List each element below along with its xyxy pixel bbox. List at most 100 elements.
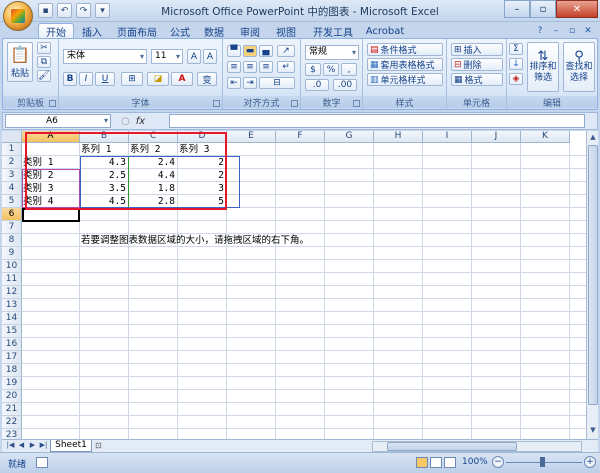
macro-record-icon[interactable] bbox=[36, 457, 48, 468]
horizontal-scrollbar[interactable] bbox=[372, 441, 582, 452]
page-layout-view-icon[interactable] bbox=[430, 457, 442, 468]
insert-cells-button[interactable]: ⊞ 插入 bbox=[451, 43, 503, 56]
find-select-button[interactable]: ⚲ 查找和 选择 bbox=[563, 42, 595, 92]
italic-button[interactable]: I bbox=[79, 72, 93, 86]
decrease-indent-icon[interactable]: ⇤ bbox=[227, 77, 241, 89]
row-header-1[interactable]: 1 bbox=[2, 143, 22, 156]
tab-developer[interactable]: 开发工具 bbox=[308, 23, 358, 39]
zoom-slider-knob[interactable] bbox=[540, 457, 545, 467]
font-launcher-icon[interactable] bbox=[213, 100, 220, 107]
column-header-i[interactable]: I bbox=[423, 131, 472, 143]
insert-function-icon[interactable]: fx bbox=[136, 116, 145, 127]
restore-window-icon[interactable]: ▫ bbox=[566, 25, 578, 37]
accounting-format-icon[interactable]: $ bbox=[305, 63, 321, 76]
office-button[interactable] bbox=[3, 1, 33, 31]
row-header-6[interactable]: 6 bbox=[2, 208, 22, 221]
row-header-15[interactable]: 15 bbox=[2, 325, 22, 338]
row-header-13[interactable]: 13 bbox=[2, 299, 22, 312]
zoom-out-icon[interactable]: − bbox=[492, 456, 504, 468]
increase-decimal-icon[interactable]: .0 bbox=[305, 79, 329, 91]
align-middle-icon[interactable]: ▬ bbox=[243, 45, 257, 57]
paste-button[interactable]: 📋 粘贴 bbox=[7, 42, 33, 82]
column-header-g[interactable]: G bbox=[325, 131, 374, 143]
tab-insert[interactable]: 插入 bbox=[78, 23, 106, 39]
save-icon[interactable]: ▪ bbox=[38, 3, 53, 18]
orientation-icon[interactable]: ↗ bbox=[277, 45, 295, 57]
scroll-up-icon[interactable]: ▲ bbox=[588, 132, 598, 143]
column-header-f[interactable]: F bbox=[276, 131, 325, 143]
autosum-icon[interactable]: Σ bbox=[509, 43, 523, 55]
help-icon[interactable]: ? bbox=[534, 25, 546, 37]
align-bottom-icon[interactable]: ▄ bbox=[259, 45, 273, 57]
redo-icon[interactable]: ↷ bbox=[76, 3, 91, 18]
row-header-20[interactable]: 20 bbox=[2, 390, 22, 403]
format-painter-icon[interactable]: 🖌 bbox=[37, 70, 51, 82]
align-center-icon[interactable]: ≡ bbox=[243, 61, 257, 73]
clear-icon[interactable]: ◈ bbox=[509, 73, 523, 85]
row-header-10[interactable]: 10 bbox=[2, 260, 22, 273]
active-cell[interactable] bbox=[22, 208, 80, 222]
fill-icon[interactable]: ↓ bbox=[509, 58, 523, 70]
number-launcher-icon[interactable] bbox=[353, 100, 360, 107]
shrink-font-icon[interactable]: A bbox=[203, 49, 217, 64]
row-header-22[interactable]: 22 bbox=[2, 416, 22, 429]
row-header-12[interactable]: 12 bbox=[2, 286, 22, 299]
row-header-14[interactable]: 14 bbox=[2, 312, 22, 325]
tab-review[interactable]: 审阅 bbox=[236, 23, 264, 39]
align-left-icon[interactable]: ≡ bbox=[227, 61, 241, 73]
scroll-down-icon[interactable]: ▼ bbox=[588, 425, 598, 436]
grow-font-icon[interactable]: A bbox=[187, 49, 201, 64]
conditional-format-button[interactable]: ▤ 条件格式 bbox=[367, 43, 443, 56]
tab-home[interactable]: 开始 bbox=[38, 23, 74, 39]
maximize-button[interactable]: ▫ bbox=[530, 0, 556, 18]
comma-button[interactable]: , bbox=[341, 63, 357, 76]
sort-filter-button[interactable]: ⇅ 排序和 筛选 bbox=[527, 42, 559, 92]
insert-sheet-icon[interactable]: ⊡ bbox=[95, 441, 109, 451]
zoom-in-icon[interactable]: + bbox=[584, 456, 596, 468]
vertical-scroll-thumb[interactable] bbox=[588, 145, 598, 405]
customize-qat-icon[interactable]: ▾ bbox=[95, 3, 110, 18]
row-header-9[interactable]: 9 bbox=[2, 247, 22, 260]
row-header-16[interactable]: 16 bbox=[2, 338, 22, 351]
row-header-19[interactable]: 19 bbox=[2, 377, 22, 390]
row-header-2[interactable]: 2 bbox=[2, 156, 22, 169]
format-as-table-button[interactable]: ▦ 套用表格格式 bbox=[367, 58, 443, 71]
align-top-icon[interactable]: ▀ bbox=[227, 45, 241, 57]
fill-color-icon[interactable]: ◪ bbox=[147, 72, 169, 86]
row-header-18[interactable]: 18 bbox=[2, 364, 22, 377]
row-header-17[interactable]: 17 bbox=[2, 351, 22, 364]
close-workbook-icon[interactable]: ✕ bbox=[582, 25, 594, 37]
row-header-11[interactable]: 11 bbox=[2, 273, 22, 286]
copy-icon[interactable]: ⧉ bbox=[37, 56, 51, 68]
horizontal-scroll-thumb[interactable] bbox=[387, 442, 517, 451]
merge-center-icon[interactable]: ⊟ bbox=[259, 77, 295, 89]
minimize-button[interactable]: – bbox=[504, 0, 530, 18]
wrap-text-icon[interactable]: ↵ bbox=[277, 61, 295, 73]
bold-button[interactable]: B bbox=[63, 72, 77, 86]
first-sheet-icon[interactable]: |◀ bbox=[6, 441, 15, 449]
row-header-3[interactable]: 3 bbox=[2, 169, 22, 182]
tab-page-layout[interactable]: 页面布局 bbox=[112, 23, 162, 39]
row-header-21[interactable]: 21 bbox=[2, 403, 22, 416]
normal-view-icon[interactable] bbox=[416, 457, 428, 468]
align-right-icon[interactable]: ≡ bbox=[259, 61, 273, 73]
cell-styles-button[interactable]: ▥ 单元格样式 bbox=[367, 73, 443, 86]
undo-icon[interactable]: ↶ bbox=[57, 3, 72, 18]
name-box[interactable]: A6 bbox=[5, 114, 111, 128]
row-header-7[interactable]: 7 bbox=[2, 221, 22, 234]
underline-button[interactable]: U bbox=[95, 72, 115, 86]
row-header-8[interactable]: 8 bbox=[2, 234, 22, 247]
row-header-5[interactable]: 5 bbox=[2, 195, 22, 208]
number-format-select[interactable]: 常规 bbox=[305, 45, 359, 60]
tab-acrobat[interactable]: Acrobat bbox=[364, 23, 406, 39]
alignment-launcher-icon[interactable] bbox=[291, 100, 298, 107]
font-size-select[interactable]: 11 bbox=[151, 49, 183, 64]
prev-sheet-icon[interactable]: ◀ bbox=[17, 441, 26, 449]
decrease-decimal-icon[interactable]: .00 bbox=[333, 79, 357, 91]
font-color-icon[interactable]: A bbox=[171, 72, 193, 86]
increase-indent-icon[interactable]: ⇥ bbox=[243, 77, 257, 89]
close-button[interactable]: ✕ bbox=[556, 0, 598, 18]
tab-view[interactable]: 视图 bbox=[272, 23, 300, 39]
select-all-corner[interactable] bbox=[2, 131, 22, 143]
tab-formulas[interactable]: 公式 bbox=[166, 23, 194, 39]
